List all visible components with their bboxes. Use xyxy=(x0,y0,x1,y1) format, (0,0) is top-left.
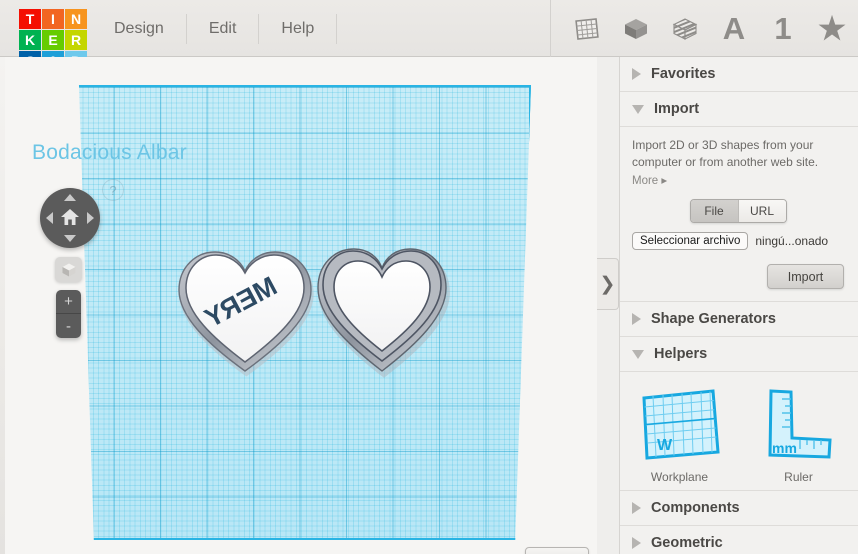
shapes-panel: Favorites Import Import 2D or 3D shapes … xyxy=(619,57,858,554)
logo-tile: N xyxy=(65,9,87,29)
section-favorites[interactable]: Favorites xyxy=(620,57,858,92)
workplane-icon: W xyxy=(641,389,720,460)
panel-collapse-handle[interactable]: ❯ xyxy=(597,258,619,310)
view-navigation-pad[interactable] xyxy=(40,188,100,248)
import-source-toggle[interactable]: File URL xyxy=(689,199,787,223)
nav-right-arrow-icon[interactable] xyxy=(87,212,94,224)
file-input-row: Seleccionar archivo ningú...onado xyxy=(632,232,844,250)
solid-cube-icon[interactable] xyxy=(620,11,652,47)
import-description: Import 2D or 3D shapes from your compute… xyxy=(632,138,819,169)
section-title: Geometric xyxy=(651,535,723,551)
section-title: Helpers xyxy=(654,346,708,362)
helper-label: Ruler xyxy=(784,470,813,484)
chevron-down-icon xyxy=(632,104,644,114)
section-shape-generators[interactable]: Shape Generators xyxy=(620,302,858,337)
chevron-down-icon xyxy=(632,349,644,359)
logo-tile: E xyxy=(42,30,64,50)
helpers-body: W Workplane mm Ruler xyxy=(620,372,858,491)
menu-item-help[interactable]: Help xyxy=(259,13,338,44)
text-letter-glyph: A xyxy=(722,11,746,46)
top-toolbar: T I N K E R C A D Design Edit Help xyxy=(0,0,858,71)
number-icon[interactable]: 1 xyxy=(767,11,799,47)
menu-item-design[interactable]: Design xyxy=(98,13,187,44)
svg-text:mm: mm xyxy=(772,440,797,456)
chevron-right-icon xyxy=(632,502,641,514)
logo-tile: T xyxy=(19,9,41,29)
number-glyph: 1 xyxy=(774,11,792,46)
zoom-controls[interactable]: + - xyxy=(56,290,81,338)
chevron-right-icon xyxy=(632,313,641,325)
project-title[interactable]: Bodacious Albar xyxy=(32,141,187,165)
import-body: Import 2D or 3D shapes from your compute… xyxy=(620,127,858,302)
section-import[interactable]: Import xyxy=(620,92,858,127)
grid-plane-icon[interactable] xyxy=(571,11,603,47)
toggle-option-url[interactable]: URL xyxy=(737,200,786,222)
help-marker-icon[interactable]: ? xyxy=(102,179,124,201)
toggle-option-file[interactable]: File xyxy=(690,200,738,222)
canvas-surface[interactable]: ? MERY Bodacious Albar + - xyxy=(5,57,597,554)
shape-tool-icons: A 1 ★ xyxy=(550,0,848,57)
section-title: Favorites xyxy=(651,66,716,82)
svg-text:W: W xyxy=(657,437,673,454)
text-letter-icon[interactable]: A xyxy=(718,11,750,47)
zoom-out-button[interactable]: - xyxy=(56,314,81,338)
section-title: Shape Generators xyxy=(651,311,776,327)
edit-grid-button[interactable]: Edit grid xyxy=(525,547,590,554)
helper-item-ruler[interactable]: mm Ruler xyxy=(739,386,858,484)
logo-tile: R xyxy=(65,30,87,50)
star-favorite-icon[interactable]: ★ xyxy=(816,11,848,47)
section-title: Import xyxy=(654,101,700,117)
chevron-right-icon xyxy=(632,537,641,549)
zoom-in-button[interactable]: + xyxy=(56,290,81,314)
import-more-link[interactable]: More ▸ xyxy=(632,173,844,187)
hole-cube-icon[interactable] xyxy=(669,11,701,47)
logo-tile: I xyxy=(42,9,64,29)
ruler-icon: mm xyxy=(767,389,832,459)
chevron-right-icon xyxy=(632,68,641,80)
fit-view-button[interactable] xyxy=(55,257,82,282)
helper-item-workplane[interactable]: W Workplane xyxy=(620,386,739,484)
section-geometric[interactable]: Geometric xyxy=(620,526,858,554)
cube-fit-icon xyxy=(62,263,75,276)
workplane-canvas[interactable]: ? MERY Bodacious Albar + - xyxy=(0,57,597,554)
helper-label: Workplane xyxy=(650,470,709,484)
nav-down-arrow-icon[interactable] xyxy=(64,235,76,242)
home-icon[interactable] xyxy=(60,207,80,227)
import-button[interactable]: Import xyxy=(767,264,844,289)
nav-up-arrow-icon[interactable] xyxy=(64,194,76,201)
star-glyph: ★ xyxy=(818,11,846,46)
file-status-text: ningú...onado xyxy=(755,234,829,248)
choose-file-button[interactable]: Seleccionar archivo xyxy=(632,232,749,250)
nav-left-arrow-icon[interactable] xyxy=(46,212,53,224)
menu-item-edit[interactable]: Edit xyxy=(187,13,260,44)
section-components[interactable]: Components xyxy=(620,491,858,526)
main-menu: Design Edit Help xyxy=(98,0,338,57)
workplane-grid-wrap xyxy=(5,57,597,554)
section-title: Components xyxy=(651,500,740,516)
section-helpers[interactable]: Helpers xyxy=(620,337,858,372)
logo-tile: K xyxy=(19,30,41,50)
